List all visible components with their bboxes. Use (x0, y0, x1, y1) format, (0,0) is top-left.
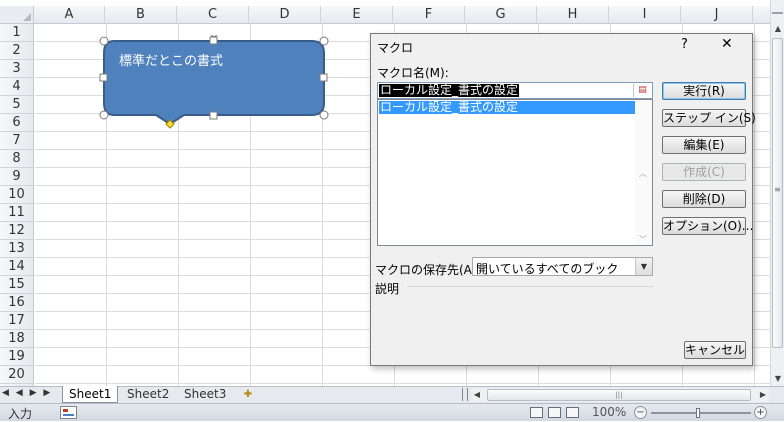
row-header[interactable]: 12 (0, 222, 33, 240)
scroll-up-arrow-icon[interactable]: ▲ (773, 24, 783, 34)
normal-view-icon[interactable] (530, 407, 543, 418)
delete-button[interactable]: 削除(D) (662, 190, 746, 208)
resize-handle-s[interactable] (209, 111, 218, 120)
scroll-left-arrow-icon[interactable]: ◀ (471, 388, 483, 402)
grip-icon: ≡ (774, 185, 781, 194)
horizontal-scrollbar[interactable]: ◀ ||| ▶ (471, 388, 769, 402)
resize-handle-ne[interactable] (319, 36, 329, 46)
run-button[interactable]: 実行(R) (662, 82, 746, 100)
vertical-scrollbar[interactable]: ▲ ≡ ▼ (770, 0, 784, 386)
step-into-button[interactable]: ステップ イン(S) (662, 109, 756, 127)
page-layout-view-icon[interactable] (548, 407, 561, 418)
callout-text: 標準だとこの書式 (119, 54, 224, 69)
store-in-label: マクロの保存先(A): (375, 263, 481, 277)
row-header[interactable]: 10 (0, 186, 33, 204)
row-header[interactable]: 17 (0, 312, 33, 330)
row-header[interactable]: 19 (0, 348, 33, 366)
column-headers: A B C D E F G H I J (34, 6, 770, 24)
row-header[interactable]: 2 (0, 42, 33, 60)
resize-handle-sw[interactable] (99, 110, 109, 120)
scroll-down-arrow-icon[interactable]: ﹀ (639, 234, 647, 245)
row-header[interactable]: 8 (0, 150, 33, 168)
row-header[interactable]: 11 (0, 204, 33, 222)
column-header[interactable]: G (465, 6, 537, 24)
zoom-slider-thumb[interactable] (696, 408, 700, 418)
scroll-right-arrow-icon[interactable]: ▶ (757, 388, 769, 402)
status-mode: 入力 (8, 407, 33, 421)
row-header[interactable]: 20 (0, 366, 33, 384)
description-label: 説明 (375, 282, 400, 296)
select-all-corner[interactable] (0, 6, 34, 24)
column-header[interactable]: D (249, 6, 321, 24)
edit-button[interactable]: 編集(E) (662, 136, 746, 154)
split-box[interactable] (772, 6, 783, 14)
dialog-title: マクロ (377, 41, 414, 55)
resize-handle-n[interactable] (209, 36, 218, 45)
insert-sheet-icon[interactable]: ✚ (240, 388, 256, 401)
column-header[interactable]: B (105, 6, 177, 24)
row-header[interactable]: 15 (0, 276, 33, 294)
row-header[interactable]: 14 (0, 258, 33, 276)
row-header[interactable]: 16 (0, 294, 33, 312)
sheet-tab-bar: ◀ ◀ ▶ ▶ Sheet1 Sheet2 Sheet3 ✚ ◀ ||| ▶ (0, 386, 784, 403)
tab-sheet1[interactable]: Sheet1 (62, 386, 119, 403)
cancel-button[interactable]: キャンセル (684, 341, 746, 359)
macro-dialog: マクロ ? ✕ マクロ名(M): ローカル設定_書式の設定 ▤ ローカル設定_書… (370, 33, 756, 366)
macro-record-icon[interactable] (60, 406, 77, 419)
options-button[interactable]: オプション(O)... (662, 217, 753, 235)
rotation-handle[interactable] (210, 35, 218, 37)
column-header[interactable]: C (177, 6, 249, 24)
tab-sheet3[interactable]: Sheet3 (178, 386, 232, 403)
zoom-in-icon[interactable]: + (754, 406, 767, 419)
column-header[interactable]: E (321, 6, 393, 24)
resize-handle-nw[interactable] (99, 36, 109, 46)
row-header[interactable]: 7 (0, 132, 33, 150)
column-header[interactable]: A (34, 6, 105, 24)
column-header[interactable]: F (393, 6, 465, 24)
close-icon[interactable]: ✕ (721, 36, 733, 52)
tab-split-handle[interactable] (462, 388, 468, 401)
scroll-down-arrow-icon[interactable]: ▼ (773, 374, 783, 384)
row-headers: 1 2 3 4 5 6 7 8 9 10 11 12 13 14 15 16 17 18 19 20 (0, 24, 34, 386)
scroll-up-arrow-icon[interactable]: ︿ (639, 168, 647, 179)
column-header[interactable]: I (609, 6, 681, 24)
tab-scroll-arrows-icon[interactable]: ◀ ◀ ▶ ▶ (2, 388, 52, 398)
chevron-down-icon[interactable]: ▼ (635, 258, 652, 275)
zoom-out-icon[interactable]: − (634, 406, 647, 419)
help-icon[interactable]: ? (681, 37, 688, 52)
row-header[interactable]: 13 (0, 240, 33, 258)
store-in-select[interactable]: 開いているすべてのブック ▼ (472, 257, 653, 276)
row-header[interactable]: 3 (0, 60, 33, 78)
collapse-dialog-icon[interactable]: ▤ (633, 84, 651, 97)
macro-list[interactable]: ローカル設定_書式の設定 ︿ ﹀ (377, 99, 653, 246)
tab-sheet2[interactable]: Sheet2 (121, 386, 175, 403)
row-header[interactable]: 4 (0, 78, 33, 96)
row-header[interactable]: 6 (0, 114, 33, 132)
description-divider (407, 286, 653, 287)
zoom-level[interactable]: 100% (592, 405, 626, 419)
macro-name-input[interactable]: ローカル設定_書式の設定 ▤ (377, 82, 653, 99)
zoom-slider-track[interactable] (651, 412, 751, 414)
horizontal-scroll-thumb[interactable]: ||| (487, 389, 751, 401)
row-header[interactable]: 18 (0, 330, 33, 348)
create-button[interactable]: 作成(C) (662, 163, 746, 181)
column-header[interactable]: J (681, 6, 753, 24)
list-scrollbar[interactable]: ︿ ﹀ (635, 100, 652, 245)
resize-handle-w[interactable] (99, 73, 108, 82)
row-header[interactable]: 1 (0, 24, 33, 42)
page-break-view-icon[interactable] (566, 407, 579, 418)
column-header[interactable]: H (537, 6, 609, 24)
row-header[interactable]: 5 (0, 96, 33, 114)
list-item[interactable]: ローカル設定_書式の設定 (379, 101, 636, 114)
status-bar: 入力 100% − + (0, 403, 784, 421)
resize-handle-se[interactable] (319, 110, 329, 120)
row-header[interactable]: 9 (0, 168, 33, 186)
store-in-value: 開いているすべてのブック (476, 262, 619, 276)
resize-handle-e[interactable] (319, 73, 328, 82)
macro-name-label: マクロ名(M): (377, 66, 449, 80)
macro-name-value: ローカル設定_書式の設定 (379, 83, 520, 97)
